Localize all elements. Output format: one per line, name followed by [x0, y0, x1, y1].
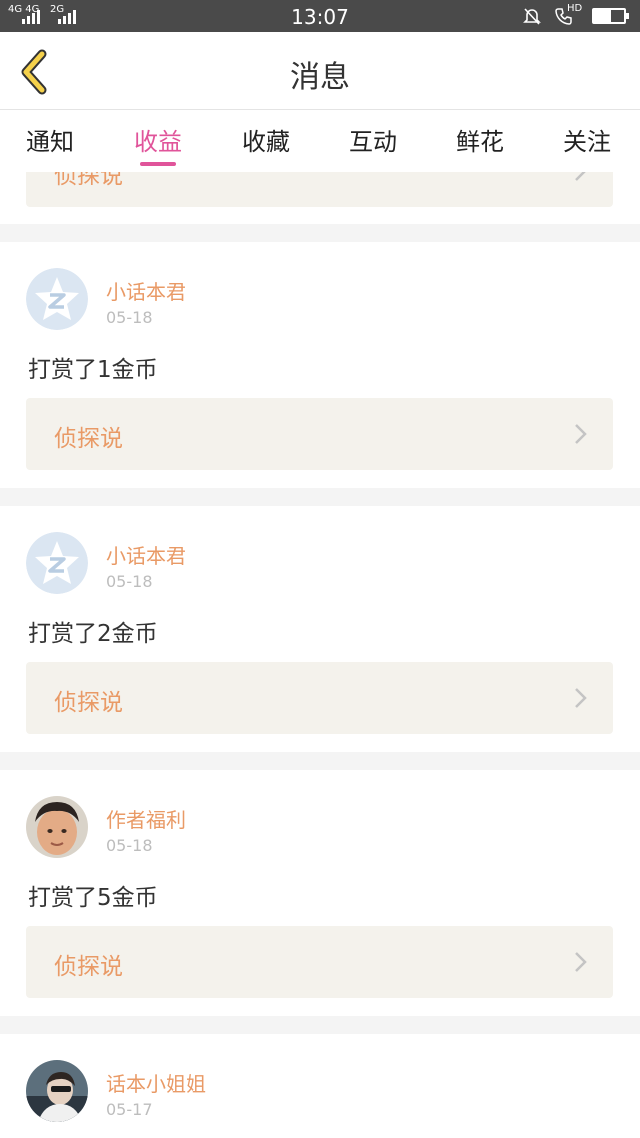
book-title: 侦探说: [54, 172, 123, 189]
user-name[interactable]: 作者福利: [106, 804, 186, 833]
hd-call-icon: HD: [554, 3, 582, 26]
message-text: 打赏了5金币: [28, 885, 158, 911]
tab-favorites[interactable]: 收藏: [242, 122, 290, 157]
tab-interaction[interactable]: 互动: [349, 122, 397, 157]
book-title: 侦探说: [54, 954, 123, 980]
message-date: 05-17: [106, 1100, 153, 1119]
avatar[interactable]: [26, 1060, 88, 1122]
message-list[interactable]: 侦探说 小话本君 05-18 打赏了1金币 侦探说 小话本君 05-18 打赏了…: [0, 172, 640, 1138]
avatar[interactable]: [26, 268, 88, 330]
chevron-right-icon: [575, 952, 587, 972]
user-name[interactable]: 话本小姐姐: [106, 1068, 206, 1097]
message-date: 05-18: [106, 572, 153, 591]
active-tab-indicator: [140, 162, 176, 166]
status-bar: 4G 4G 2G 13:07 HD: [0, 0, 640, 32]
tab-earnings[interactable]: 收益: [134, 122, 182, 166]
avatar[interactable]: [26, 532, 88, 594]
bell-muted-icon: [523, 8, 541, 25]
list-item: 小话本君 05-18 打赏了1金币 侦探说: [0, 242, 640, 488]
battery-icon: [592, 8, 629, 24]
book-link[interactable]: 侦探说: [26, 926, 613, 998]
list-item: 侦探说: [0, 172, 640, 224]
user-name[interactable]: 小话本君: [106, 540, 186, 569]
chevron-right-icon: [575, 172, 586, 181]
chevron-right-icon: [575, 688, 587, 708]
list-item: 小话本君 05-18 打赏了2金币 侦探说: [0, 506, 640, 752]
tab-flowers[interactable]: 鲜花: [456, 122, 504, 157]
book-title: 侦探说: [54, 690, 123, 716]
book-link[interactable]: 侦探说: [26, 172, 613, 207]
book-title: 侦探说: [54, 426, 123, 452]
message-text: 打赏了1金币: [28, 357, 158, 383]
tab-follow[interactable]: 关注: [563, 122, 611, 157]
book-link[interactable]: 侦探说: [26, 398, 613, 470]
page-title: 消息: [290, 60, 350, 95]
user-name[interactable]: 小话本君: [106, 276, 186, 305]
chevron-right-icon: [575, 424, 587, 444]
list-item: 作者福利 05-18 打赏了5金币 侦探说: [0, 770, 640, 1016]
header: 消息: [0, 32, 640, 110]
list-item: 话本小姐姐 05-17: [0, 1034, 640, 1138]
avatar[interactable]: [26, 796, 88, 858]
tab-notice[interactable]: 通知: [26, 122, 74, 157]
message-text: 打赏了2金币: [28, 621, 158, 647]
message-date: 05-18: [106, 308, 153, 327]
book-link[interactable]: 侦探说: [26, 662, 613, 734]
message-date: 05-18: [106, 836, 153, 855]
tab-bar: 通知 收益 收藏 互动 鲜花 关注: [0, 110, 640, 172]
